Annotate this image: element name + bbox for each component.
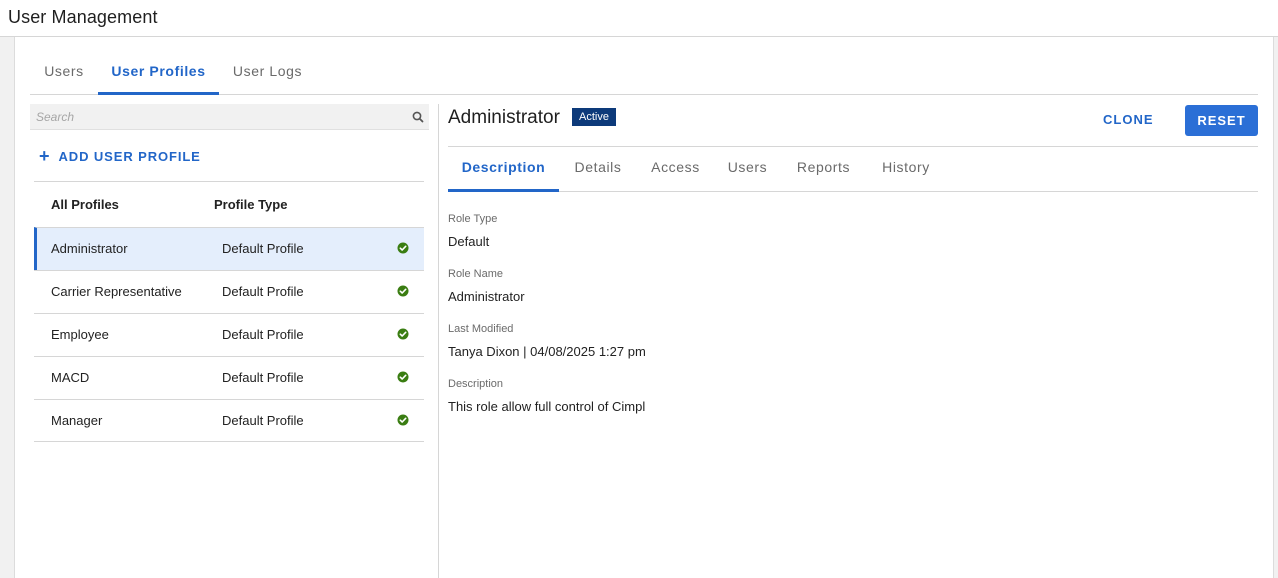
profile-detail-pane: Administrator Active CLONE RESET Descrip… bbox=[448, 104, 1258, 578]
app-header: User Management bbox=[0, 0, 1278, 37]
tab-users[interactable]: Users bbox=[714, 147, 781, 192]
check-circle-icon bbox=[397, 285, 409, 297]
check-circle-icon bbox=[397, 371, 409, 383]
role-name-value: Administrator bbox=[448, 289, 525, 304]
profile-title: Administrator bbox=[448, 107, 560, 128]
search-box bbox=[30, 104, 429, 130]
check-circle-icon bbox=[397, 242, 409, 254]
table-row[interactable]: MACD Default Profile bbox=[34, 356, 424, 399]
add-user-profile-button[interactable]: + ADD USER PROFILE bbox=[39, 146, 201, 166]
profile-name: Manager bbox=[51, 413, 103, 428]
profile-type: Default Profile bbox=[222, 327, 304, 342]
profile-type: Default Profile bbox=[222, 284, 304, 299]
clone-button[interactable]: CLONE bbox=[1103, 112, 1154, 127]
description-value: This role allow full control of Cimpl bbox=[448, 399, 646, 414]
role-name-label: Role Name bbox=[448, 268, 504, 280]
tab-user-logs[interactable]: User Logs bbox=[219, 52, 316, 95]
role-type-value: Default bbox=[448, 234, 490, 249]
page-title: User Management bbox=[8, 7, 158, 27]
profile-name: Carrier Representative bbox=[51, 284, 182, 299]
column-header-profile-type[interactable]: Profile Type bbox=[214, 197, 287, 212]
last-modified-label: Last Modified bbox=[448, 323, 514, 335]
table-header: All Profiles Profile Type bbox=[34, 181, 424, 227]
tab-reports[interactable]: Reports bbox=[781, 147, 866, 192]
left-gutter bbox=[0, 37, 15, 578]
profile-name: MACD bbox=[51, 370, 90, 385]
column-header-all-profiles[interactable]: All Profiles bbox=[51, 197, 119, 212]
table-row[interactable]: Manager Default Profile bbox=[34, 399, 424, 442]
search-input[interactable] bbox=[36, 107, 396, 127]
profile-type: Default Profile bbox=[222, 413, 304, 428]
description-label: Description bbox=[448, 378, 504, 390]
right-gutter bbox=[1273, 37, 1278, 578]
search-icon[interactable] bbox=[411, 110, 425, 124]
check-circle-icon bbox=[397, 414, 409, 426]
add-user-profile-label: ADD USER PROFILE bbox=[58, 148, 201, 164]
profile-name: Employee bbox=[51, 327, 109, 342]
main-tabs: Users User Profiles User Logs bbox=[30, 52, 1258, 95]
tab-details[interactable]: Details bbox=[559, 147, 637, 192]
detail-tabs: Description Details Access Users Reports… bbox=[448, 146, 1258, 192]
role-type-label: Role Type bbox=[448, 213, 498, 225]
tab-history[interactable]: History bbox=[866, 147, 946, 192]
pane-divider bbox=[438, 104, 439, 578]
tab-user-profiles[interactable]: User Profiles bbox=[98, 52, 219, 95]
profiles-table: All Profiles Profile Type Administrator … bbox=[34, 181, 424, 442]
tab-description[interactable]: Description bbox=[448, 147, 559, 192]
profile-name: Administrator bbox=[51, 241, 128, 256]
profiles-pane: + ADD USER PROFILE All Profiles Profile … bbox=[30, 104, 438, 578]
table-row[interactable]: Employee Default Profile bbox=[34, 313, 424, 356]
table-row[interactable]: Carrier Representative Default Profile bbox=[34, 270, 424, 313]
tab-access[interactable]: Access bbox=[637, 147, 714, 192]
tab-users[interactable]: Users bbox=[30, 52, 98, 95]
plus-icon: + bbox=[39, 146, 50, 166]
table-row[interactable]: Administrator Default Profile bbox=[34, 227, 424, 270]
reset-button[interactable]: RESET bbox=[1185, 105, 1258, 136]
profile-type: Default Profile bbox=[222, 241, 304, 256]
status-badge: Active bbox=[572, 108, 616, 126]
last-modified-value: Tanya Dixon | 04/08/2025 1:27 pm bbox=[448, 344, 646, 359]
profile-type: Default Profile bbox=[222, 370, 304, 385]
check-circle-icon bbox=[397, 328, 409, 340]
